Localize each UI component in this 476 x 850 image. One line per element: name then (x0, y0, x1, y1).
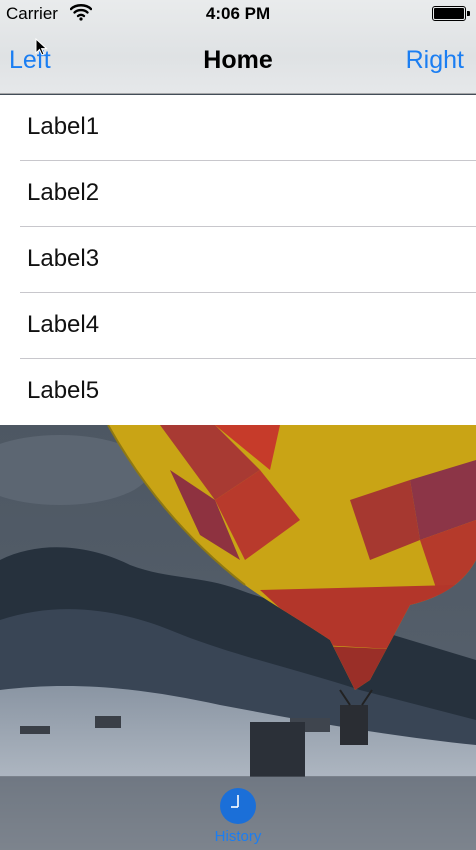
list-item[interactable]: Label4 (0, 293, 476, 359)
list-item-label: Label1 (27, 113, 100, 140)
tab-history-label: History (214, 828, 262, 845)
list-item-label: Label5 (27, 377, 100, 404)
list-item[interactable]: Label5 (0, 359, 476, 425)
page-title: Home (203, 46, 273, 74)
battery-icon (432, 6, 470, 21)
status-bar: Carrier 4:06 PM (0, 0, 476, 28)
list-item[interactable]: Label1 (0, 95, 476, 161)
list-item-label: Label3 (27, 245, 100, 272)
list-item[interactable]: Label2 (0, 161, 476, 227)
table-list: Label1 Label2 Label3 Label4 Label5 (0, 95, 476, 425)
mouse-cursor-icon (35, 38, 48, 56)
navigation-bar: Left Home Right (0, 28, 476, 94)
list-item-label: Label4 (27, 311, 100, 338)
right-button[interactable]: Right (406, 46, 464, 75)
clock-icon (220, 788, 256, 824)
tab-bar: History (0, 776, 476, 850)
list-item[interactable]: Label3 (0, 227, 476, 293)
tab-history[interactable]: History (198, 787, 278, 849)
status-time: 4:06 PM (205, 4, 271, 23)
list-item-label: Label2 (27, 179, 100, 206)
